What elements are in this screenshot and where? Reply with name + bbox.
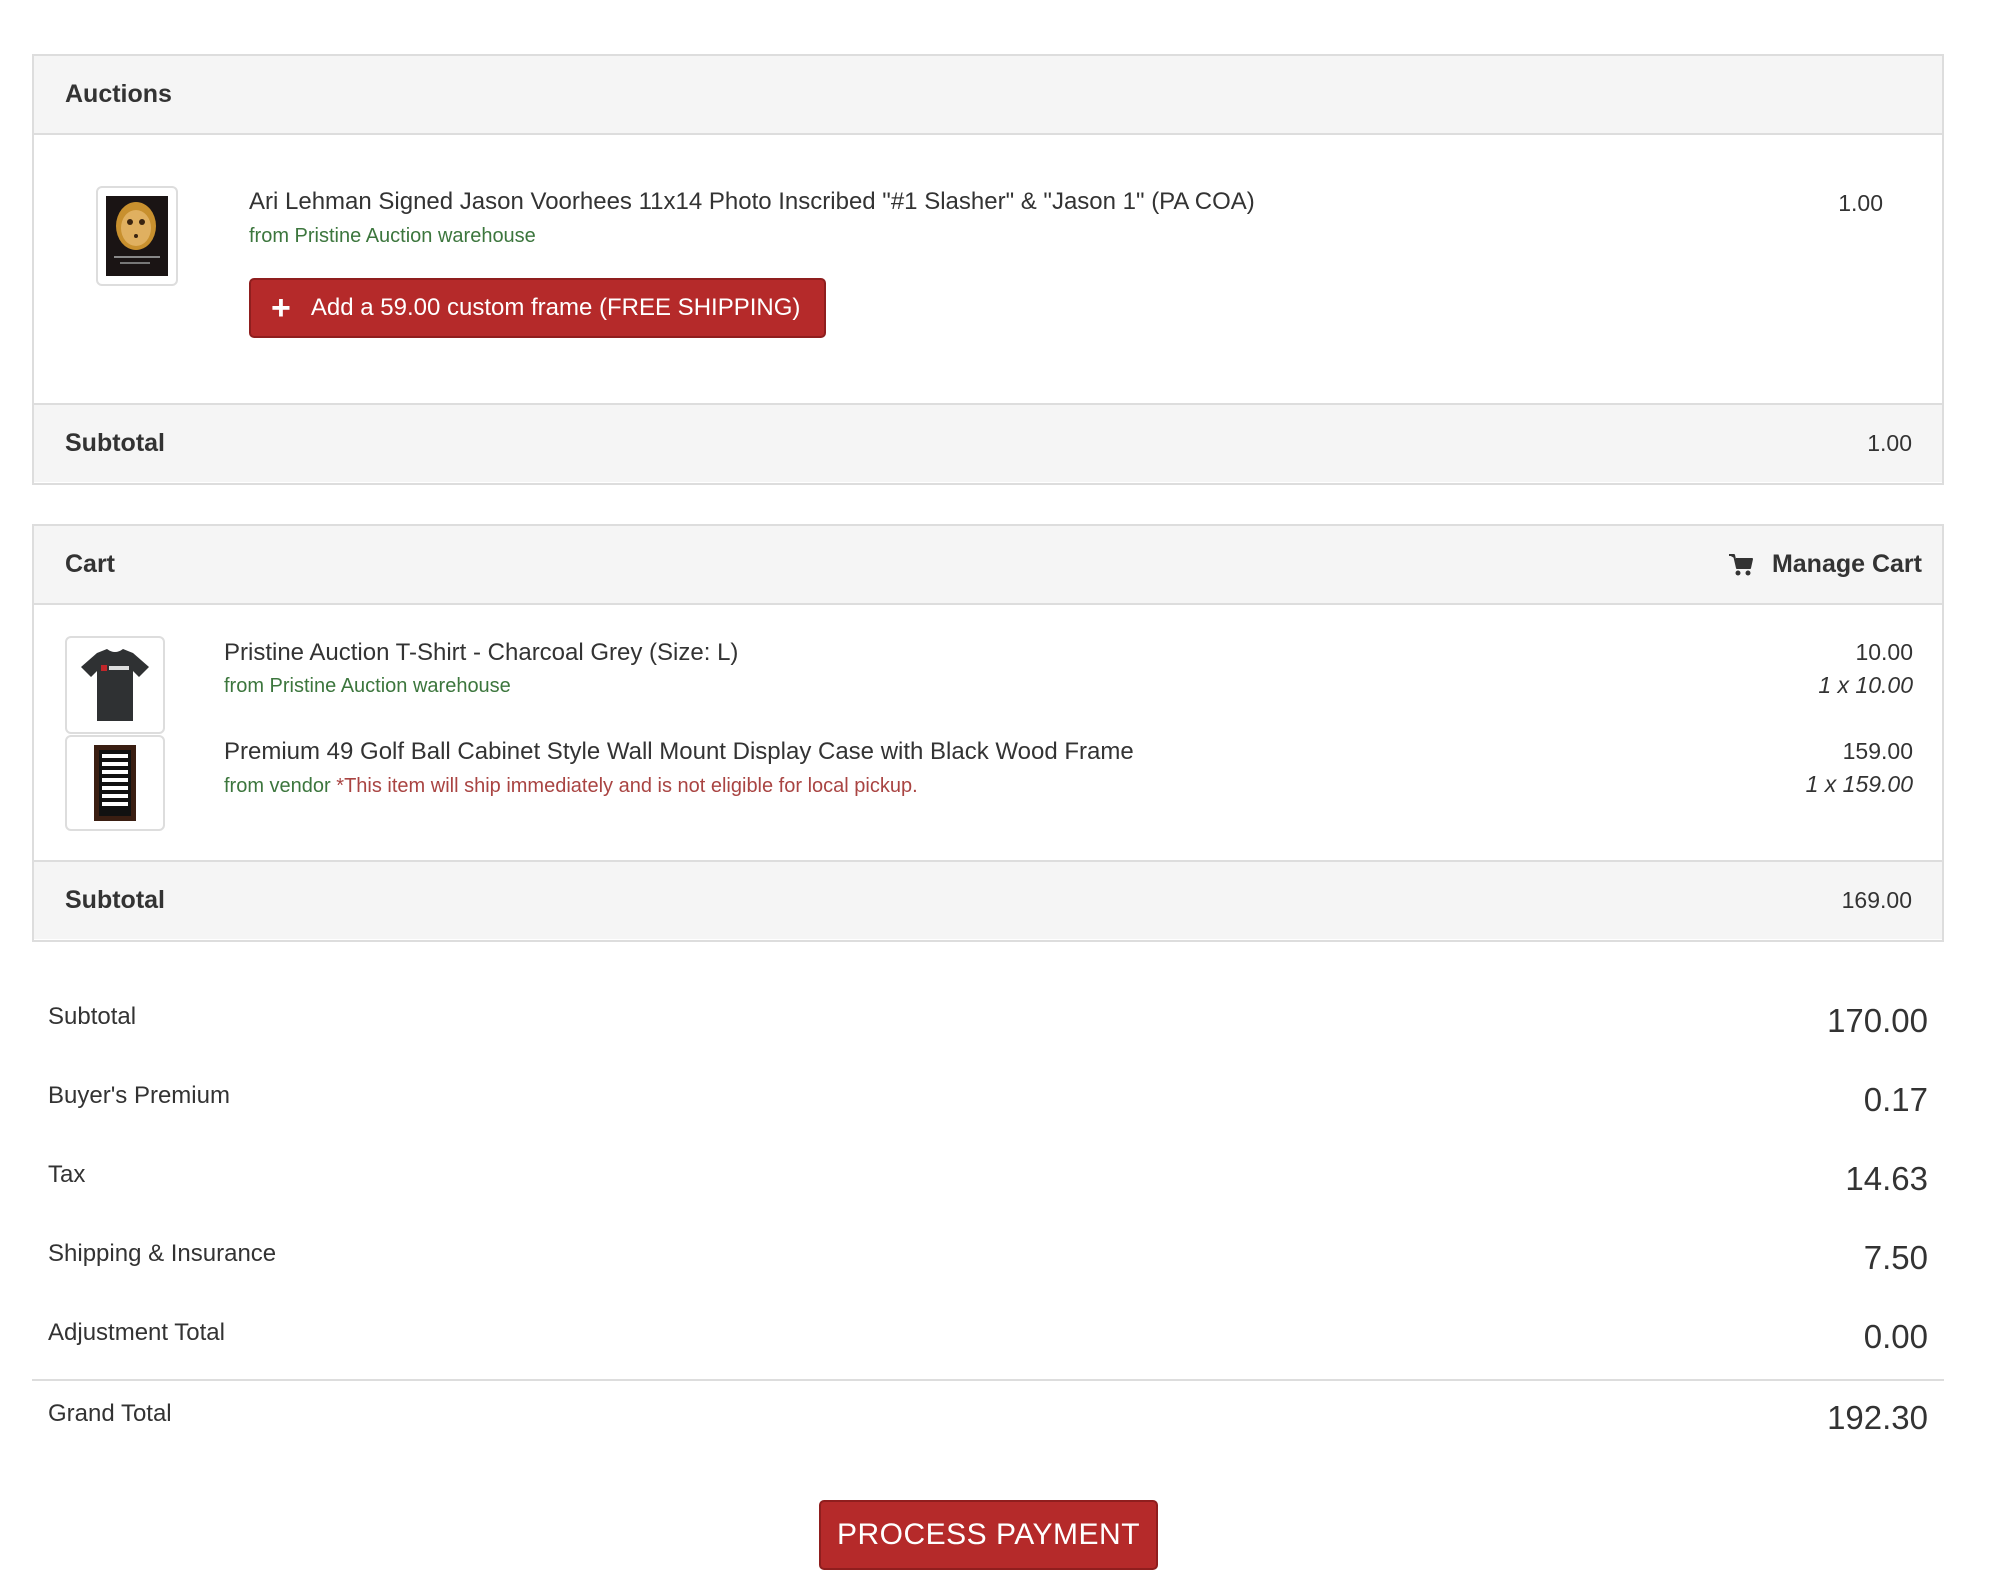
summary-value: 0.17 [1863,1081,1928,1118]
manage-cart-link[interactable]: Manage Cart [1728,550,1922,579]
cart-item-quantity: 1 x 159.00 [1805,771,1913,797]
summary-row-adjustment: Adjustment Total 0.00 [32,1316,1944,1376]
add-custom-frame-label: Add a 59.00 custom frame (FREE SHIPPING) [310,294,801,321]
cart-item-shipping-note: *This item will ship immediately and is … [336,775,918,797]
auction-item-price: 1.00 [1838,190,1883,216]
summary-value: 14.63 [1845,1160,1928,1197]
cart-subtotal-label: Subtotal [65,886,165,914]
add-custom-frame-button[interactable]: + Add a 59.00 custom frame (FREE SHIPPIN… [249,278,826,338]
grand-total-value: 192.30 [1827,1399,1928,1436]
cart-item-quantity: 1 x 10.00 [1818,672,1913,698]
auctions-title: Auctions [65,80,172,108]
summary-row-grand-total: Grand Total 192.30 [32,1397,1944,1457]
summary-value: 0.00 [1863,1318,1928,1355]
summary-value: 170.00 [1827,1002,1928,1039]
cart-item-title[interactable]: Premium 49 Golf Ball Cabinet Style Wall … [224,738,1134,766]
auction-item-thumbnail[interactable] [96,186,178,286]
cart-icon [1728,553,1753,575]
auctions-body: Ari Lehman Signed Jason Voorhees 11x14 P… [34,135,1942,403]
cart-subtotal-row: Subtotal 169.00 [34,860,1942,939]
summary-label: Tax [48,1161,86,1188]
cart-item-source-text: from vendor [224,775,331,797]
cart-item-source: from Pristine Auction warehouse [224,675,511,697]
cart-item-title[interactable]: Pristine Auction T-Shirt - Charcoal Grey… [224,639,738,667]
summary-row-buyers-premium: Buyer's Premium 0.17 [32,1079,1944,1139]
cart-subtotal-value: 169.00 [1841,887,1912,913]
cart-item-thumbnail[interactable] [65,735,165,831]
process-payment-button[interactable]: PROCESS PAYMENT [819,1500,1158,1570]
summary-label: Shipping & Insurance [48,1240,277,1267]
summary-row-tax: Tax 14.63 [32,1158,1944,1218]
auctions-subtotal-value: 1.00 [1867,430,1912,456]
jason-photo-image [106,196,168,276]
summary-row-shipping: Shipping & Insurance 7.50 [32,1237,1944,1297]
cart-panel: Cart Manage Cart Pristine Auction T-Shir… [32,524,1944,942]
manage-cart-label: Manage Cart [1771,550,1922,578]
summary-label: Buyer's Premium [48,1082,230,1109]
cart-item-price: 10.00 [1855,639,1913,665]
auction-item-title[interactable]: Ari Lehman Signed Jason Voorhees 11x14 P… [249,188,1255,216]
auctions-panel: Auctions Ari Lehman Signed Jason Voorhee… [32,54,1944,485]
summary-label: Adjustment Total [48,1319,225,1346]
auctions-header: Auctions [34,56,1942,135]
cart-body: Pristine Auction T-Shirt - Charcoal Grey… [34,605,1942,860]
display-case-image [94,745,136,821]
checkout-page: Auctions Ari Lehman Signed Jason Voorhee… [0,0,2016,1574]
cart-title: Cart [65,550,116,578]
summary-value: 7.50 [1863,1239,1928,1276]
cart-header: Cart Manage Cart [34,526,1942,605]
auction-item-source: from Pristine Auction warehouse [249,225,536,247]
auctions-subtotal-row: Subtotal 1.00 [34,403,1942,482]
grand-total-label: Grand Total [48,1400,172,1427]
cart-item-price: 159.00 [1842,738,1913,764]
summary-label: Subtotal [48,1003,137,1030]
cart-item-source: from vendor *This item will ship immedia… [224,775,918,798]
auctions-subtotal-label: Subtotal [65,429,165,457]
plus-icon: + [271,289,291,327]
summary-row-subtotal: Subtotal 170.00 [32,1000,1944,1060]
summary-divider [32,1379,1944,1381]
tshirt-image [81,649,149,721]
cart-item-thumbnail[interactable] [65,636,165,734]
